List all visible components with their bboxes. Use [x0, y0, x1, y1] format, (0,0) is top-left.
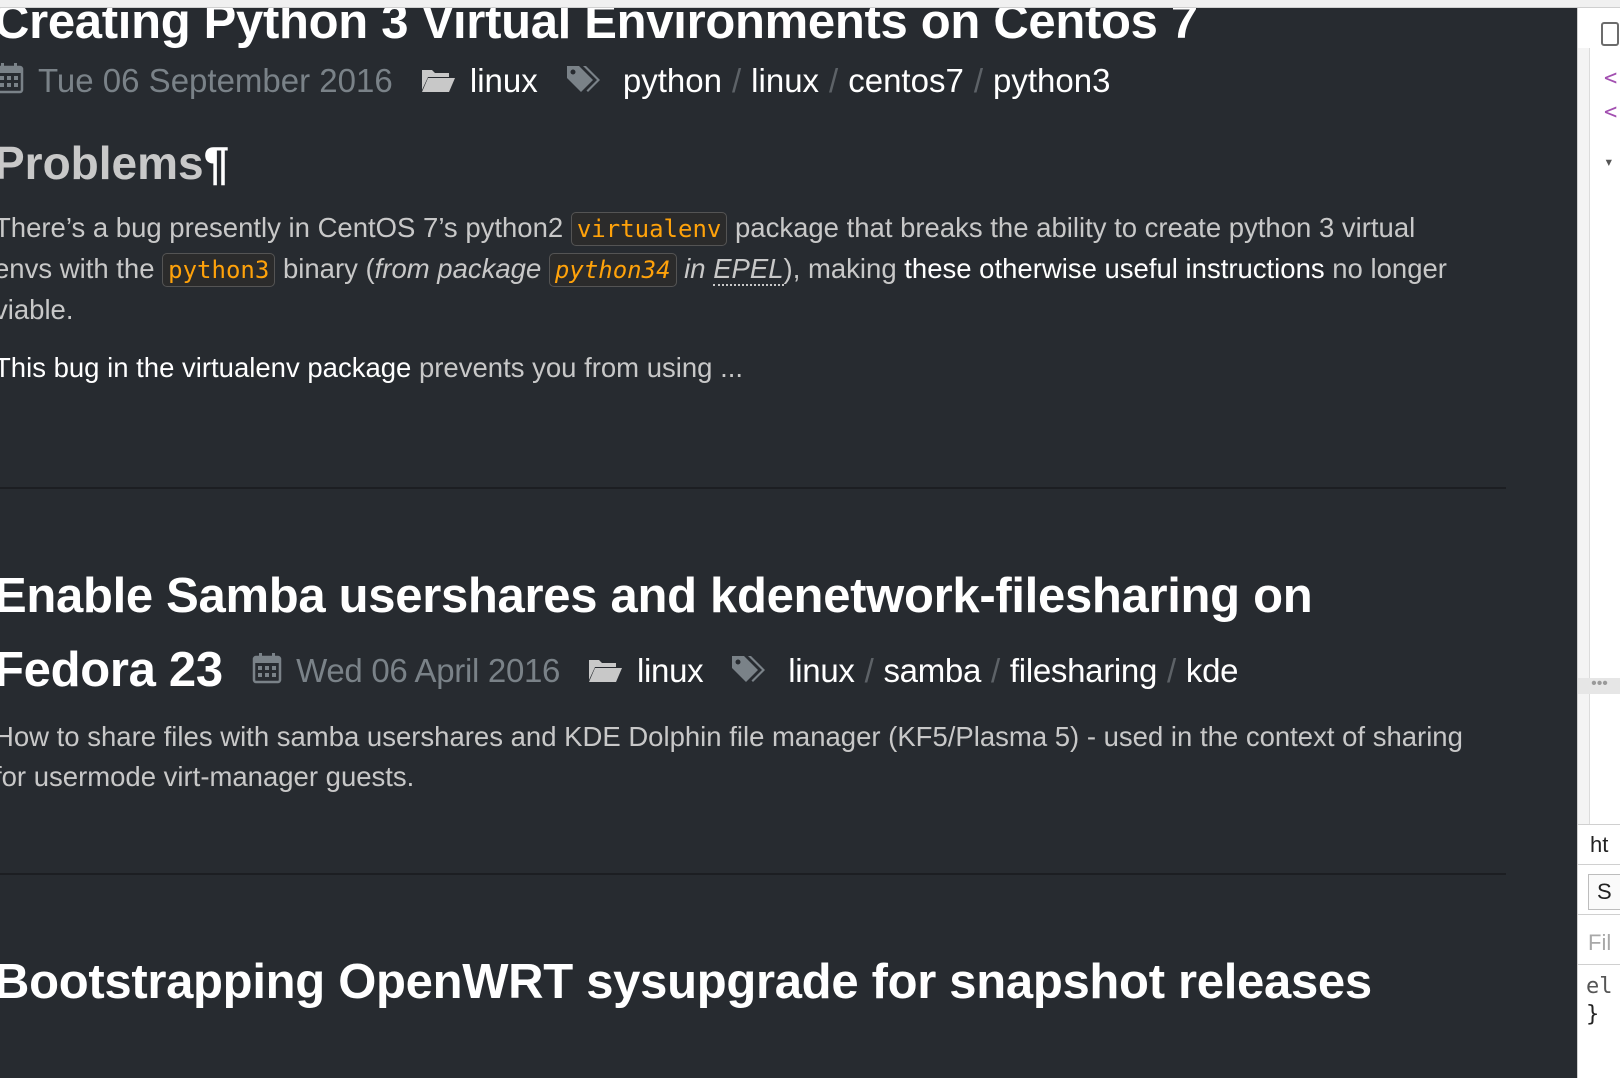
post-1-category-link[interactable]: linux [470, 62, 538, 99]
devtools-divider [1578, 864, 1620, 865]
paragraph-text: prevents you from using ... [411, 352, 744, 384]
dom-tree-tag-marker: < [1604, 100, 1618, 125]
tags-icon [565, 58, 603, 108]
inspect-element-icon[interactable] [1601, 22, 1619, 46]
post-1-title[interactable]: Creating Python 3 Virtual Environments o… [0, 8, 1506, 60]
filter-input[interactable]: Fil [1588, 930, 1611, 956]
post-1-paragraph-2: This bug in the virtualenv package preve… [0, 348, 1506, 388]
post-2: Enable Samba usershares and kdenetwork-f… [0, 559, 1506, 797]
tag-separator: / [864, 652, 874, 689]
post-1-meta: Tue 06 September 2016 linux python / linux… [0, 56, 1506, 108]
post-1: Creating Python 3 Virtual Environments o… [0, 8, 1506, 388]
post-3: Bootstrapping OpenWRT sysupgrade for sna… [0, 944, 1506, 1020]
tag-separator: / [829, 62, 839, 99]
tag-separator: / [991, 652, 1000, 689]
instructions-link[interactable]: these otherwise useful instructions [904, 253, 1324, 284]
post-1-paragraph-1: There’s a bug presently in CentOS 7’s py… [0, 208, 1454, 330]
epel-abbreviation[interactable]: EPEL [713, 253, 784, 287]
paragraph-text: binary ( [275, 253, 375, 285]
pilcrow-anchor-link[interactable]: ¶ [204, 137, 230, 189]
tags-icon [730, 648, 768, 698]
post-1-tag-link[interactable]: python3 [993, 62, 1110, 99]
paragraph-text: ), making [783, 253, 905, 285]
dom-tree-tag-marker: < [1604, 66, 1618, 91]
section-heading-text: Problems [0, 137, 204, 190]
css-rule-text: el [1586, 974, 1613, 999]
browser-top-edge [0, 0, 1620, 8]
blog-page[interactable]: Creating Python 3 Virtual Environments o… [0, 8, 1577, 1078]
tag-separator: / [973, 62, 983, 99]
devtools-scrollbar[interactable] [1578, 694, 1590, 824]
virtualenv-bug-link[interactable]: This bug in the virtualenv package [0, 352, 411, 383]
post-1-tag-link[interactable]: centos7 [848, 62, 964, 99]
post-1-section-heading: Problems¶ [0, 128, 1506, 198]
post-2-tag-link[interactable]: kde [1186, 652, 1239, 689]
devtools-divider [1578, 914, 1620, 915]
post-2-meta: Wed 06 April 2016 linux linux / samba / file… [252, 652, 1239, 689]
post-2-title[interactable]: Enable Samba usershares and kdenetwork-f… [0, 559, 1374, 707]
expand-caret-icon[interactable]: ▾ [1604, 152, 1614, 171]
panel-resize-handle[interactable]: ••• [1578, 676, 1620, 694]
inline-code-python3: python3 [162, 253, 276, 288]
inline-code-python34: python34 [548, 253, 677, 288]
post-2-tag-link[interactable]: samba [883, 652, 981, 689]
tag-separator: / [1167, 652, 1176, 689]
post-1-tag-link[interactable]: python [623, 62, 722, 99]
post-1-date: Tue 06 September 2016 [38, 62, 393, 99]
devtools-divider [1578, 824, 1620, 825]
paragraph-text: There’s a bug presently in CentOS 7’s py… [0, 212, 571, 244]
paragraph-emphasis: in [676, 253, 714, 285]
paragraph-emphasis: from package [374, 253, 549, 285]
calendar-icon [252, 648, 282, 698]
devtools-divider [1578, 964, 1620, 965]
post-2-category-link[interactable]: linux [637, 652, 704, 689]
devtools-panel[interactable]: < < ▾ ••• ht S Fil el } [1577, 8, 1620, 1078]
tag-separator: / [732, 62, 742, 99]
inline-code-virtualenv: virtualenv [570, 212, 728, 247]
post-2-summary: How to share files with samba usershares… [0, 721, 1463, 792]
post-2-tag-link[interactable]: filesharing [1010, 652, 1157, 689]
post-3-title[interactable]: Bootstrapping OpenWRT sysupgrade for sna… [0, 944, 1506, 1020]
folder-open-icon [587, 648, 623, 698]
post-2-date: Wed 06 April 2016 [296, 652, 561, 689]
styles-tab[interactable]: S [1588, 874, 1620, 910]
post-2-tag-link[interactable]: linux [788, 652, 855, 689]
folder-open-icon [420, 58, 456, 108]
calendar-icon [0, 58, 24, 108]
css-rule-text: } [1586, 1002, 1600, 1027]
post-divider [0, 487, 1506, 489]
post-1-tag-link[interactable]: linux [751, 62, 819, 99]
post-divider [0, 873, 1506, 875]
breadcrumb-fragment[interactable]: ht [1590, 832, 1608, 858]
devtools-scrollbar[interactable] [1578, 48, 1590, 678]
